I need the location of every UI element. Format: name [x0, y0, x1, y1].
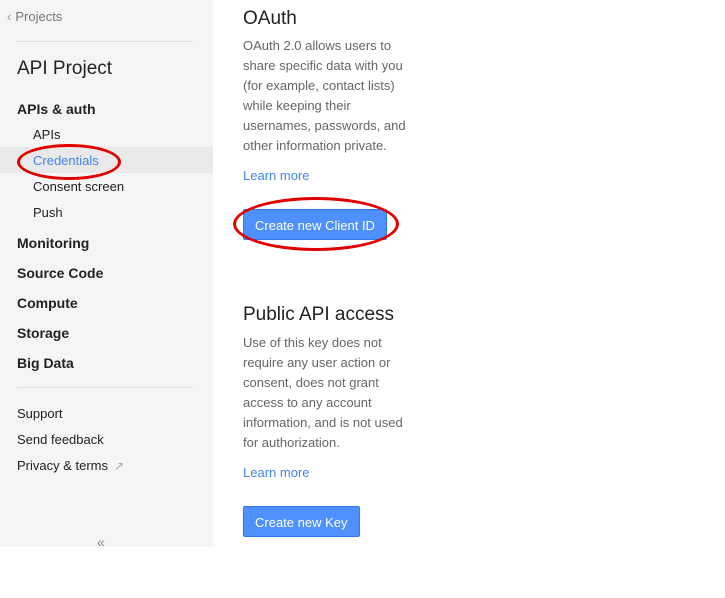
public-api-learn-more-link[interactable]: Learn more	[243, 465, 309, 480]
divider	[17, 387, 193, 388]
active-item-highlight	[0, 147, 213, 173]
oauth-description: OAuth 2.0 allows users to share specific…	[243, 38, 406, 153]
nav-section-compute[interactable]: Compute	[17, 295, 78, 311]
support-link[interactable]: Support	[17, 406, 63, 421]
sidebar: ‹ Projects API Project APIs & auth APIs C…	[0, 0, 213, 550]
project-title: API Project	[17, 58, 113, 79]
external-link-icon: ↗	[114, 459, 125, 473]
privacy-terms-link[interactable]: Privacy & terms ↗	[17, 458, 124, 473]
nav-item-consent-screen[interactable]: Consent screen	[33, 179, 124, 194]
privacy-terms-label: Privacy & terms	[17, 458, 109, 473]
send-feedback-link[interactable]: Send feedback	[17, 432, 104, 447]
collapse-sidebar-button[interactable]: «	[97, 534, 105, 550]
nav-item-apis[interactable]: APIs	[33, 127, 60, 142]
public-api-description: Use of this key does not require any use…	[243, 335, 403, 450]
oauth-learn-more-link[interactable]: Learn more	[243, 168, 309, 183]
nav-section-apis-auth[interactable]: APIs & auth	[17, 101, 96, 117]
chevron-left-icon: ‹	[7, 9, 12, 24]
nav-section-monitoring[interactable]: Monitoring	[17, 235, 89, 251]
create-new-key-button[interactable]: Create new Key	[243, 506, 360, 537]
create-client-id-button[interactable]: Create new Client ID	[243, 209, 387, 240]
divider	[17, 41, 193, 42]
back-label: Projects	[15, 9, 63, 24]
nav-item-push[interactable]: Push	[33, 205, 63, 220]
back-to-projects-link[interactable]: ‹ Projects	[7, 9, 62, 24]
nav-section-storage[interactable]: Storage	[17, 325, 69, 341]
nav-section-big-data[interactable]: Big Data	[17, 355, 74, 371]
nav-section-source-code[interactable]: Source Code	[17, 265, 103, 281]
nav-item-credentials[interactable]: Credentials	[33, 153, 99, 168]
oauth-title: OAuth	[243, 8, 297, 29]
public-api-title: Public API access	[243, 304, 395, 325]
